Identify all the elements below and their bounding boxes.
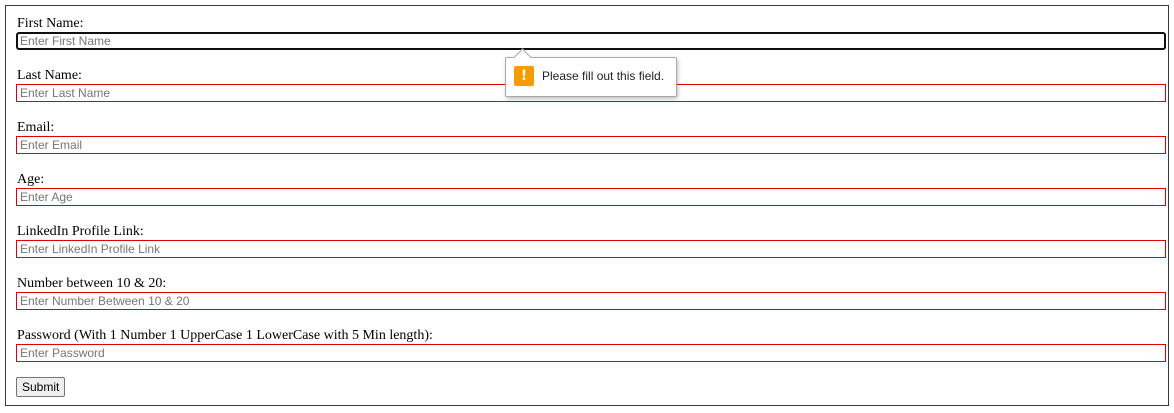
warning-icon: !	[514, 66, 534, 86]
validation-tooltip: ! Please fill out this field.	[505, 48, 677, 97]
submit-button[interactable]: Submit	[16, 377, 66, 397]
first-name-label: First Name:	[17, 16, 84, 31]
linkedin-label: LinkedIn Profile Link:	[17, 224, 144, 239]
password-input[interactable]	[16, 344, 1166, 362]
number-input[interactable]	[16, 292, 1166, 310]
email-input[interactable]	[16, 136, 1166, 154]
password-label: Password (With 1 Number 1 UpperCase 1 Lo…	[17, 328, 433, 343]
age-input[interactable]	[16, 188, 1166, 206]
form-container: First Name: Last Name: Email: Age: Linke…	[5, 5, 1169, 406]
age-label: Age:	[17, 172, 45, 187]
number-label: Number between 10 & 20:	[17, 276, 167, 291]
tooltip-arrow	[513, 48, 532, 67]
first-name-input[interactable]	[16, 32, 1166, 50]
email-label: Email:	[17, 120, 55, 135]
linkedin-input[interactable]	[16, 240, 1166, 258]
last-name-label: Last Name:	[17, 68, 82, 83]
validation-message: Please fill out this field.	[542, 69, 665, 83]
